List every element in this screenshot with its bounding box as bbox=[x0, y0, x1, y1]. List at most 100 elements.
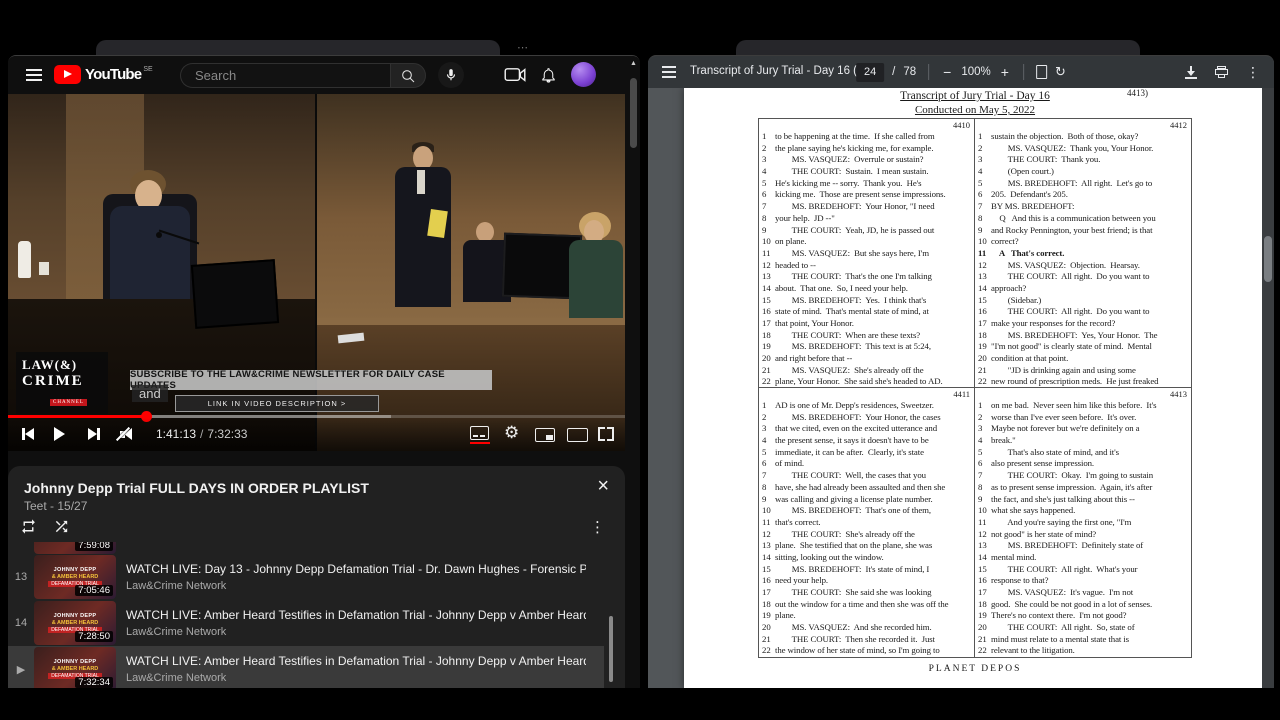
playlist-item-index: 13 bbox=[14, 571, 28, 583]
transcript-line: 10 what she says happened. bbox=[978, 505, 1076, 516]
zoom-in-button[interactable]: + bbox=[999, 64, 1011, 80]
play-button[interactable] bbox=[54, 427, 65, 441]
playlist-item-channel: Law&Crime Network bbox=[126, 672, 227, 684]
transcript-line: 16 response to that? bbox=[978, 575, 1049, 586]
witness-monitor bbox=[190, 259, 280, 329]
pdf-menu-button[interactable] bbox=[660, 65, 680, 79]
video-player[interactable]: LAW(&) CRIME CHANNEL SUBSCRIBE TO THE LA… bbox=[8, 94, 625, 451]
notifications-bell-icon[interactable] bbox=[540, 66, 557, 84]
transcript-line: 17 THE COURT: She said she was looking bbox=[762, 587, 932, 597]
playlist-item-channel: Law&Crime Network bbox=[126, 580, 227, 592]
playlist-item-thumbnail: JOHNNY DEPP & AMBER HEARD DEFAMATION TRI… bbox=[34, 601, 116, 645]
playlist-item-thumbnail: JOHNNY DEPP & AMBER HEARD DEFAMATION TRI… bbox=[34, 555, 116, 599]
playlist-kebab-icon[interactable]: ⋮ bbox=[590, 518, 605, 536]
transcript-line: 16 need your help. bbox=[762, 575, 828, 586]
transcript-line: 12 not good" is her state of mind? bbox=[978, 528, 1097, 539]
create-icon[interactable] bbox=[504, 67, 526, 83]
print-icon[interactable] bbox=[1215, 66, 1228, 78]
playlist-item-partial[interactable]: 7:59:08 bbox=[8, 542, 604, 554]
close-icon[interactable]: × bbox=[597, 476, 609, 496]
download-icon[interactable] bbox=[1185, 65, 1197, 79]
transcript-page-4412: 4412 1 sustain the objection. Both of tho… bbox=[975, 119, 1191, 388]
transcript-line: 11 A That's correct. bbox=[978, 247, 1065, 258]
playlist-item-index: 14 bbox=[14, 617, 28, 629]
transcript-line: 4 the present sense, it says it doesn't h… bbox=[762, 435, 929, 446]
youtube-logo[interactable]: YouTube SE bbox=[54, 65, 153, 84]
shuffle-icon[interactable] bbox=[53, 518, 70, 535]
fullscreen-button[interactable] bbox=[598, 427, 614, 441]
playlist-item[interactable]: 14 JOHNNY DEPP & AMBER HEARD DEFAMATION … bbox=[8, 600, 604, 646]
pdf-content-area[interactable]: 4413) Transcript of Jury Trial - Day 16 … bbox=[648, 88, 1274, 688]
transcript-line: 4 break." bbox=[978, 435, 1016, 446]
transcript-line: 4 (Open court.) bbox=[978, 166, 1054, 177]
mini-page-number: 4413 bbox=[1170, 389, 1187, 399]
transcript-line: 11 that's correct. bbox=[762, 516, 821, 527]
playlist-title[interactable]: Johnny Depp Trial FULL DAYS IN ORDER PLA… bbox=[24, 480, 564, 496]
transcript-line: 20 THE COURT: All right. So, state of bbox=[978, 622, 1135, 633]
transcript-line: 7 THE COURT: Okay. I'm going to sustain bbox=[978, 470, 1154, 481]
transcript-line: 16 state of mind. That's mental state of … bbox=[762, 306, 929, 317]
transcript-line: 2 MS. VASQUEZ: Thank you, Your Honor. bbox=[978, 142, 1154, 153]
menu-icon[interactable] bbox=[26, 69, 42, 81]
transcript-line: 16 THE COURT: All right. Do you want to bbox=[978, 306, 1150, 317]
playlist-item-thumbnail: JOHNNY DEPP & AMBER HEARD DEFAMATION TRI… bbox=[34, 647, 116, 688]
lower-third-watermark: and bbox=[132, 385, 168, 402]
transcript-line: 8 Q And this is a communication between … bbox=[978, 212, 1156, 223]
mute-button[interactable] bbox=[115, 426, 132, 442]
pdf-kebab-icon[interactable]: ⋮ bbox=[1246, 64, 1260, 81]
theater-mode-button[interactable] bbox=[567, 428, 588, 442]
page-total: 78 bbox=[903, 66, 917, 78]
mini-page-number: 4412 bbox=[1170, 120, 1187, 130]
youtube-header: YouTube SE bbox=[8, 56, 640, 94]
transcript-line: 7 BY MS. BREDEHOFT: bbox=[978, 201, 1075, 212]
sanitizer-bottle bbox=[18, 241, 31, 278]
transcript-line: 5 immediate, it can be after. Clearly, it… bbox=[762, 446, 924, 457]
previous-button[interactable] bbox=[22, 428, 34, 440]
transcript-line: 9 was calling and giving a license plate … bbox=[762, 493, 933, 504]
duration-badge: 7:32:34 bbox=[75, 677, 113, 688]
playlist-item-title: WATCH LIVE: Amber Heard Testifies in Def… bbox=[126, 654, 586, 668]
rotate-icon[interactable]: ↻ bbox=[1055, 64, 1066, 80]
playlist-item[interactable]: 13 JOHNNY DEPP & AMBER HEARD DEFAMATION … bbox=[8, 554, 604, 600]
transcript-line: 4 THE COURT: Sustain. I mean sustain. bbox=[762, 166, 929, 177]
transcript-line: 19 MS. BREDEHOFT: This text is at 5:24, bbox=[762, 341, 931, 352]
transcript-line: 14 mental mind. bbox=[978, 551, 1037, 562]
youtube-window: YouTube SE Search LAW(&) CRIME CHANNEL S… bbox=[8, 55, 640, 688]
link-in-description-button[interactable]: LINK IN VIDEO DESCRIPTION > bbox=[175, 395, 379, 412]
transcript-line: 21 THE COURT: Then she recorded it. Just bbox=[762, 633, 935, 644]
playlist-scrollbar-thumb[interactable] bbox=[609, 616, 613, 682]
transcript-line: 20 MS. VASQUEZ: And she recorded him. bbox=[762, 622, 932, 633]
transcript-line: 6 also present sense impression. bbox=[978, 458, 1095, 469]
transcript-line: 9 and Rocky Pennington, your best friend;… bbox=[978, 224, 1153, 235]
next-button[interactable] bbox=[88, 428, 100, 440]
playlist-item-title: WATCH LIVE: Day 13 - Johnny Depp Defamat… bbox=[126, 562, 586, 576]
search-button[interactable] bbox=[390, 63, 426, 88]
page-scrollbar[interactable]: ▲ bbox=[627, 56, 640, 688]
search-input[interactable] bbox=[180, 63, 390, 88]
loop-icon[interactable] bbox=[20, 518, 37, 535]
zoom-out-button[interactable]: − bbox=[941, 64, 953, 80]
transcript-line: 19 There's no context there. I'm not good… bbox=[978, 610, 1127, 621]
transcript-line: 22 new round of prescription meds. He jus… bbox=[978, 376, 1159, 387]
transcript-line: 6 of mind. bbox=[762, 458, 805, 469]
pdf-scrollbar[interactable] bbox=[1262, 88, 1274, 688]
transcript-line: 1 AD is one of Mr. Depp's residences, Swe… bbox=[762, 400, 934, 410]
transcript-line: 2 MS. BREDEHOFT: Your Honor, the cases bbox=[762, 411, 941, 422]
transcript-line: 10 MS. BREDEHOFT: That's one of them, bbox=[762, 505, 932, 516]
fit-page-icon[interactable] bbox=[1035, 65, 1047, 79]
scroll-up-arrow-icon[interactable]: ▲ bbox=[630, 60, 637, 67]
transcript-line: 15 MS. BREDEHOFT: Yes. I think that's bbox=[762, 294, 927, 305]
miniplayer-button[interactable] bbox=[535, 428, 555, 442]
transcript-line: 12 THE COURT: She's already off the bbox=[762, 528, 915, 539]
page-number-input[interactable] bbox=[856, 62, 885, 82]
voice-search-button[interactable] bbox=[438, 62, 464, 88]
captions-button[interactable] bbox=[470, 426, 490, 444]
youtube-logo-text: YouTube bbox=[85, 66, 142, 83]
settings-button[interactable]: ⚙ bbox=[504, 424, 519, 441]
playlist-item[interactable]: ▶ JOHNNY DEPP & AMBER HEARD DEFAMATION T… bbox=[8, 646, 604, 688]
pdf-scrollbar-thumb[interactable] bbox=[1264, 236, 1272, 282]
mini-page-number: 4411 bbox=[953, 389, 970, 399]
avatar[interactable] bbox=[571, 62, 596, 87]
scrollbar-thumb[interactable] bbox=[630, 78, 637, 148]
transcript-line: 5 MS. BREDEHOFT: All right. Let's go to bbox=[978, 177, 1153, 188]
